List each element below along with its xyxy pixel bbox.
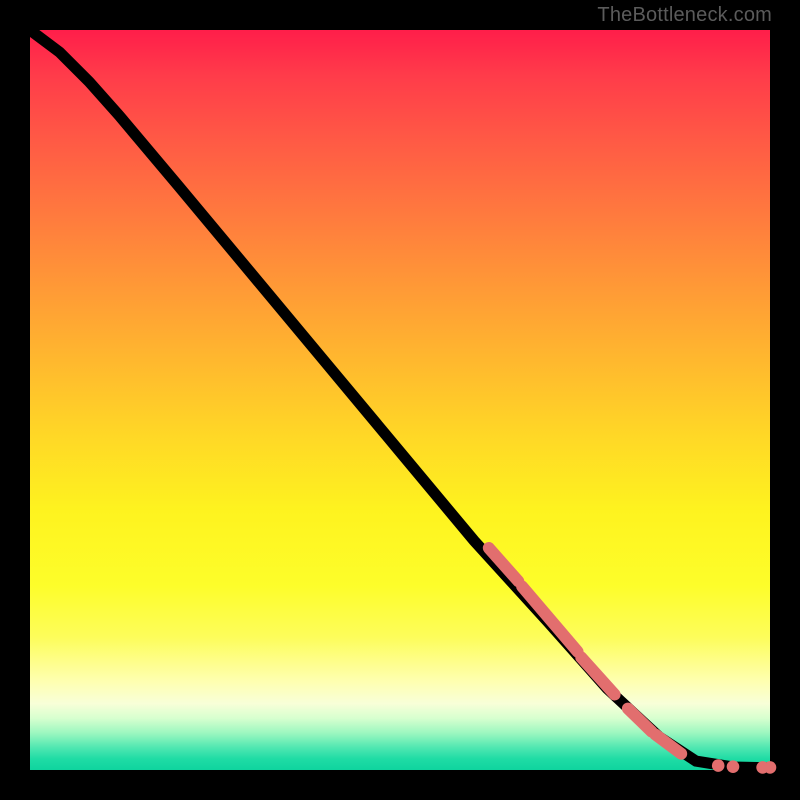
- highlight-segment: [628, 709, 652, 732]
- highlight-dot: [727, 760, 740, 773]
- plot-area: [30, 30, 770, 770]
- highlight-segment: [581, 658, 614, 695]
- highlight-segment: [522, 586, 578, 651]
- watermark-label: TheBottleneck.com: [597, 4, 772, 27]
- highlight-dot: [712, 759, 725, 772]
- highlight-segment: [655, 734, 681, 753]
- chart-frame: TheBottleneck.com: [0, 0, 800, 800]
- highlight-dot: [764, 761, 777, 774]
- chart-svg: [30, 30, 770, 770]
- highlight-segments: [489, 548, 681, 754]
- main-curve: [30, 30, 770, 768]
